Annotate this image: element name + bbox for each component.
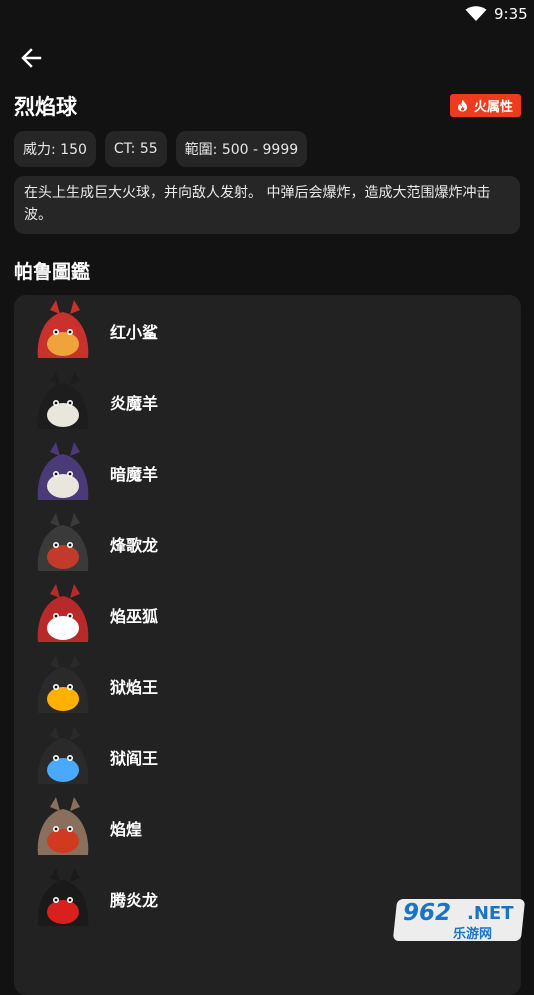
paldeck-section-title: 帕鲁圖鑑	[14, 261, 91, 283]
pal-list-item[interactable]: 炎魔羊	[14, 366, 521, 437]
pal-list-item[interactable]: 狱焰王	[14, 650, 521, 721]
pal-list-panel[interactable]: 红小鲨炎魔羊暗魔羊烽歌龙焰巫狐狱焰王狱阎王焰煌腾炎龙	[14, 295, 521, 995]
pal-avatar-image	[30, 368, 96, 435]
pal-avatar-image	[30, 794, 96, 861]
pal-avatar	[30, 297, 96, 364]
pal-list-item[interactable]: 红小鲨	[14, 295, 521, 366]
skill-description: 在头上生成巨大火球，并向敌人发射。 中弹后会爆炸，造成大范围爆炸冲击波。	[14, 176, 520, 234]
element-badge-label: 火属性	[473, 100, 513, 115]
pal-name: 狱焰王	[110, 677, 159, 697]
power-chip: 威力: 150	[14, 131, 96, 167]
pal-name: 腾炎龙	[110, 890, 159, 910]
watermark-subtitle: 乐游网	[453, 927, 493, 942]
pal-list-item[interactable]: 烽歌龙	[14, 508, 521, 579]
range-chip: 範圍: 500 - 9999	[175, 131, 308, 167]
wifi-icon	[465, 6, 487, 21]
watermark-number: 962	[403, 900, 452, 926]
ct-chip: CT: 55	[104, 131, 167, 167]
pal-avatar	[30, 865, 96, 932]
pal-avatar	[30, 510, 96, 577]
pal-list-item[interactable]: 暗魔羊	[14, 437, 521, 508]
pal-name: 狱阎王	[110, 748, 159, 768]
element-badge: 火属性	[449, 94, 521, 117]
status-bar: 9:35	[0, 0, 534, 28]
pal-avatar-image	[30, 865, 96, 932]
pal-list: 红小鲨炎魔羊暗魔羊烽歌龙焰巫狐狱焰王狱阎王焰煌腾炎龙	[14, 295, 521, 934]
flame-icon	[457, 99, 467, 112]
pal-avatar	[30, 794, 96, 861]
watermark-suffix: .NET	[467, 903, 514, 924]
pal-list-item[interactable]: 焰煌	[14, 792, 521, 863]
pal-avatar-image	[30, 439, 96, 506]
status-time: 9:35	[494, 5, 528, 23]
pal-avatar-image	[30, 652, 96, 719]
pal-avatar-image	[30, 510, 96, 577]
pal-name: 烽歌龙	[110, 535, 159, 555]
pal-avatar	[30, 581, 96, 648]
pal-name: 炎魔羊	[110, 393, 159, 413]
pal-avatar	[30, 368, 96, 435]
pal-name: 焰煌	[110, 819, 143, 839]
pal-avatar-image	[30, 723, 96, 790]
pal-avatar-image	[30, 581, 96, 648]
arrow-left-icon	[21, 48, 42, 68]
back-button[interactable]	[18, 46, 46, 70]
skill-name: 烈焰球	[14, 95, 77, 119]
pal-avatar-image	[30, 297, 96, 364]
pal-name: 焰巫狐	[110, 606, 159, 626]
pal-avatar	[30, 439, 96, 506]
watermark-logo: 962 .NET 乐游网	[392, 897, 529, 945]
stat-chips: 威力: 150 CT: 55 範圍: 500 - 9999	[14, 131, 308, 167]
pal-avatar	[30, 652, 96, 719]
pal-list-item[interactable]: 狱阎王	[14, 721, 521, 792]
pal-list-item[interactable]: 焰巫狐	[14, 579, 521, 650]
pal-name: 红小鲨	[110, 322, 159, 342]
pal-name: 暗魔羊	[110, 464, 159, 484]
pal-avatar	[30, 723, 96, 790]
